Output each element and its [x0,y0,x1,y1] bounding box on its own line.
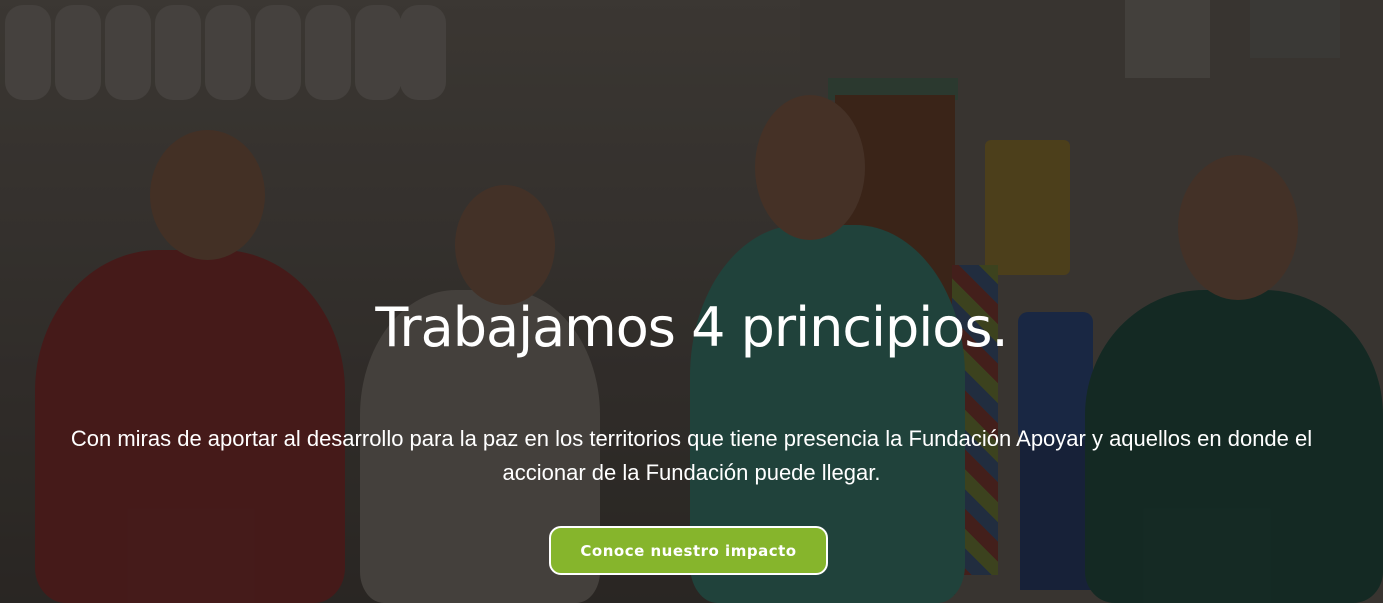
hero-content: Trabajamos 4 principios. Con miras de ap… [0,0,1383,603]
hero-subtitle: Con miras de aportar al desarrollo para … [70,426,1313,485]
hero-title: Trabajamos 4 principios. [375,296,1008,359]
conoce-impacto-button[interactable]: Conoce nuestro impacto [549,526,828,575]
hero-section: Trabajamos 4 principios. Con miras de ap… [0,0,1383,603]
